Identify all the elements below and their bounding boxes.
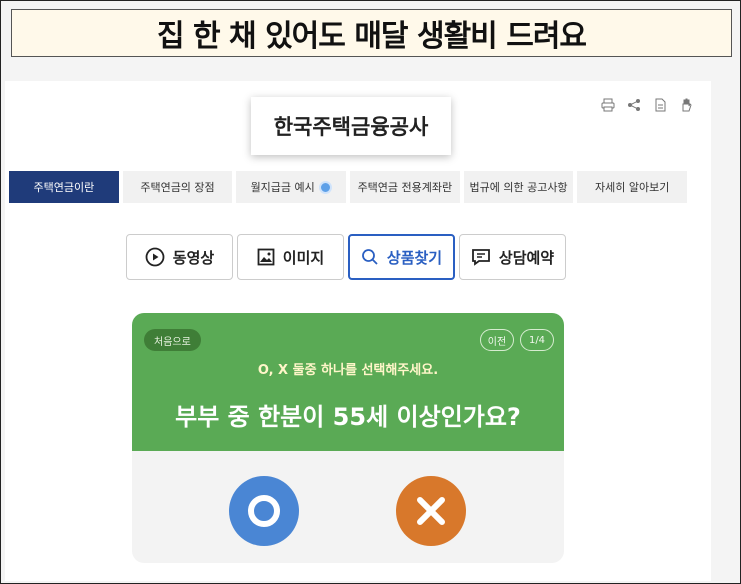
nav-item-label: 자세히 알아보기 bbox=[595, 181, 670, 194]
quiz-question: 부부 중 한분이 55세 이상인가요? bbox=[175, 403, 521, 431]
answer-x-button[interactable] bbox=[396, 476, 466, 546]
answer-o-button[interactable] bbox=[229, 476, 299, 546]
tab-label: 이미지 bbox=[282, 248, 325, 267]
restart-button[interactable]: 처음으로 bbox=[144, 329, 201, 351]
image-icon bbox=[257, 248, 275, 266]
headline-text: 집 한 채 있어도 매달 생활비 드려요 bbox=[156, 19, 587, 54]
nav-item-more-info[interactable]: 자세히 알아보기 bbox=[577, 171, 688, 203]
nav-item-advantages[interactable]: 주택연금의 장점 bbox=[122, 171, 233, 203]
page-indicator: 1/4 bbox=[520, 329, 554, 351]
site-logo[interactable]: 한국주택금융공사 bbox=[251, 97, 451, 155]
nav-item-about[interactable]: 주택연금이란 bbox=[9, 171, 119, 203]
print-icon[interactable] bbox=[600, 97, 616, 113]
nav-item-label: 주택연금 전용계좌란 bbox=[357, 181, 453, 194]
nav-item-label: 주택연금의 장점 bbox=[140, 181, 215, 194]
tab-consultation[interactable]: 상담예약 bbox=[459, 234, 566, 280]
tab-label: 동영상 bbox=[172, 248, 215, 267]
tab-label: 상품찾기 bbox=[386, 248, 443, 267]
nav-item-notices[interactable]: 법규에 의한 공고사항 bbox=[463, 171, 574, 203]
o-icon bbox=[248, 495, 280, 527]
play-icon bbox=[145, 247, 165, 267]
quiz-card: 처음으로 이전 1/4 O, X 둘중 하나를 선택해주세요. 부부 중 한분이… bbox=[132, 313, 564, 563]
nav-item-label: 주택연금이란 bbox=[33, 181, 95, 194]
screenshot-frame: 집 한 채 있어도 매달 생활비 드려요 한국주택금융공사 주택연금이란 주택연… bbox=[0, 0, 741, 584]
hand-icon[interactable] bbox=[678, 97, 694, 113]
headline-banner: 집 한 채 있어도 매달 생활비 드려요 bbox=[11, 9, 732, 57]
logo-text: 한국주택금융공사 bbox=[273, 115, 429, 139]
nav-item-label: 월지급금 예시 bbox=[250, 181, 315, 194]
quiz-instruction: O, X 둘중 하나를 선택해주세요. bbox=[257, 363, 439, 378]
award-badge-icon bbox=[318, 180, 332, 194]
nav-item-label: 법규에 의한 공고사항 bbox=[469, 181, 568, 194]
chat-icon bbox=[471, 249, 490, 266]
x-icon bbox=[417, 497, 445, 525]
tab-label: 상담예약 bbox=[498, 248, 555, 267]
tab-image[interactable]: 이미지 bbox=[237, 234, 344, 280]
page-tools bbox=[600, 97, 694, 113]
prev-button[interactable]: 이전 bbox=[480, 329, 514, 351]
nav-item-account[interactable]: 주택연금 전용계좌란 bbox=[350, 171, 460, 203]
document-icon[interactable] bbox=[652, 97, 668, 113]
nav-item-monthly-example[interactable]: 월지급금 예시 bbox=[236, 171, 347, 203]
tab-product-search[interactable]: 상품찾기 bbox=[348, 234, 455, 280]
search-icon bbox=[361, 249, 378, 265]
main-nav: 주택연금이란 주택연금의 장점 월지급금 예시 주택연금 전용계좌란 법규에 의… bbox=[9, 171, 688, 203]
tab-video[interactable]: 동영상 bbox=[126, 234, 233, 280]
content-tabs: 동영상 이미지 상품찾기 상담예약 bbox=[126, 234, 566, 280]
share-icon[interactable] bbox=[626, 97, 642, 113]
